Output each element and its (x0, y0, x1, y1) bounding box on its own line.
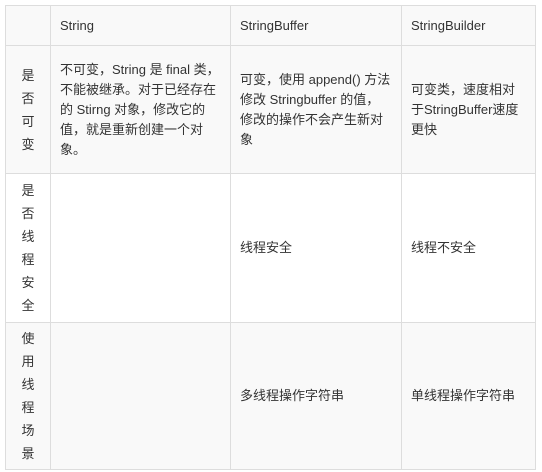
row-label-mutability: 是否可变 (5, 45, 51, 174)
cell-mutability-string: 不可变，String 是 final 类，不能被继承。对于已经存在的 Stirn… (50, 45, 231, 174)
cell-usage-stringbuilder: 单线程操作字符串 (401, 322, 536, 470)
cell-mutability-stringbuffer: 可变，使用 append() 方法修改 Stringbuffer 的值，修改的操… (230, 45, 402, 174)
cell-thread-safety-string (50, 173, 231, 323)
row-label-usage-scenario-text: 使用线程场景 (21, 331, 35, 461)
header-string: String (50, 5, 231, 46)
header-stringbuilder: StringBuilder (401, 5, 536, 46)
row-label-thread-safety: 是否线程安全 (5, 173, 51, 323)
row-label-usage-scenario: 使用线程场景 (5, 322, 51, 470)
cell-thread-safety-stringbuilder: 线程不安全 (401, 173, 536, 323)
cell-mutability-stringbuilder: 可变类，速度相对于StringBuffer速度更快 (401, 45, 536, 174)
cell-thread-safety-stringbuffer: 线程安全 (230, 173, 402, 323)
row-label-mutability-text: 是否可变 (21, 67, 35, 152)
cell-usage-stringbuffer: 多线程操作字符串 (230, 322, 402, 470)
row-label-thread-safety-text: 是否线程安全 (21, 183, 35, 313)
row-thread-safety: 是否线程安全 线程安全 线程不安全 (5, 173, 536, 323)
row-mutability: 是否可变 不可变，String 是 final 类，不能被继承。对于已经存在的 … (5, 45, 536, 174)
header-stringbuffer: StringBuffer (230, 5, 402, 46)
comparison-table: String StringBuffer StringBuilder 是否可变 不… (5, 5, 536, 470)
row-usage-scenario: 使用线程场景 多线程操作字符串 单线程操作字符串 (5, 322, 536, 470)
header-row: String StringBuffer StringBuilder (5, 5, 536, 46)
cell-usage-string (50, 322, 231, 470)
header-corner-cell (5, 5, 51, 46)
